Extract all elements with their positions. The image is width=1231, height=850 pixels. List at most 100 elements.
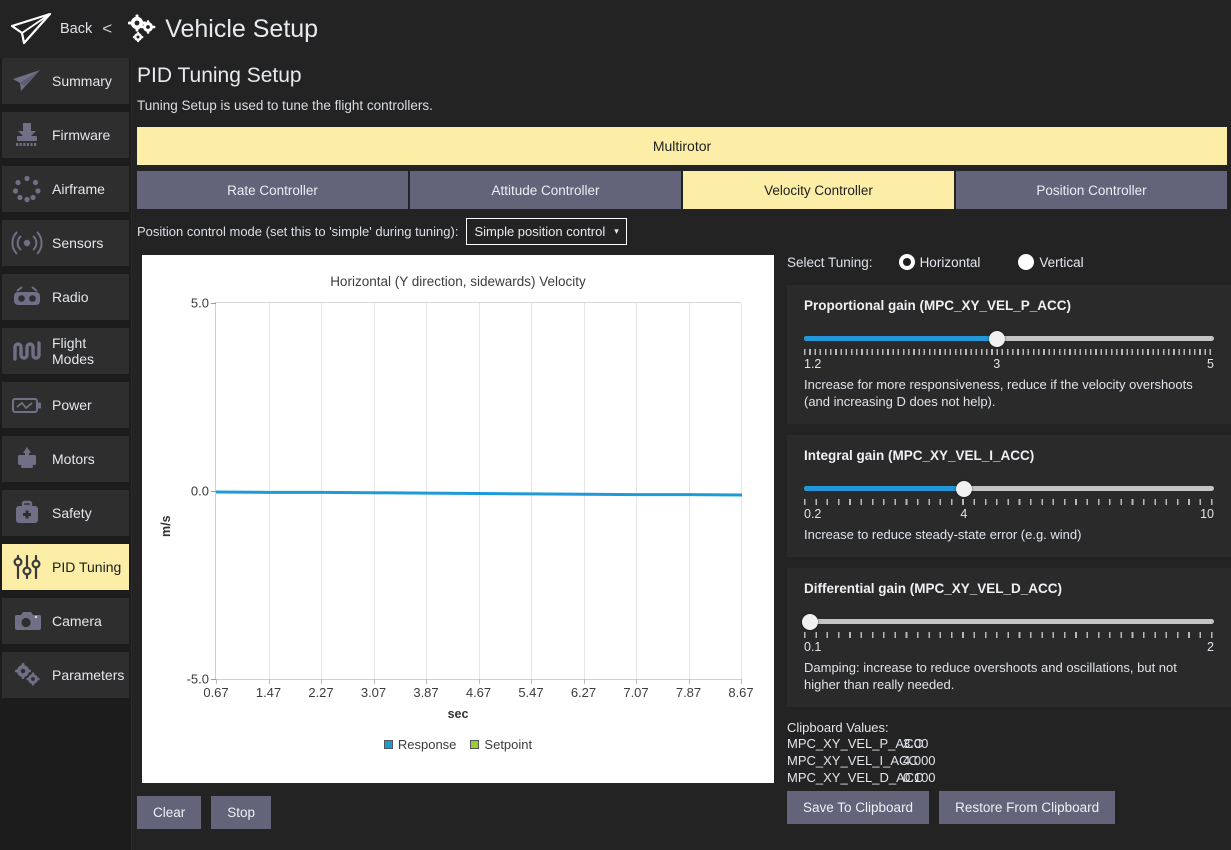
x-tick-label: 7.07 [623,685,648,700]
gain-card-integral: Integral gain (MPC_XY_VEL_I_ACC) 0.2 4 1… [787,435,1231,557]
sidebar-item-pid-tuning[interactable]: PID Tuning [2,544,129,590]
position-control-mode-label: Position control mode (set this to 'simp… [137,224,458,239]
gears-icon [124,12,158,46]
back-chevron-icon[interactable]: < [102,19,112,39]
sidebar-item-power[interactable]: Power [2,382,129,428]
sidebar-item-flight-modes[interactable]: Flight Modes [2,328,129,374]
x-tick-label: 5.47 [518,685,543,700]
radio-icon [2,274,52,320]
airframe-icon [2,166,52,212]
download-icon [2,112,52,158]
sidebar-item-label: Sensors [52,235,103,251]
slider-handle[interactable] [989,331,1005,347]
chart-title: Horizontal (Y direction, sidewards) Velo… [142,274,774,289]
app-header: Back < [0,0,1231,58]
restore-from-clipboard-button[interactable]: Restore From Clipboard [939,791,1115,824]
stop-button[interactable]: Stop [211,796,271,829]
sidebar-item-label: Camera [52,613,102,629]
clipboard-header: Clipboard Values: [787,720,1231,735]
sidebar-item-summary[interactable]: Summary [2,58,129,104]
slider-handle[interactable] [956,481,972,497]
sidebar-item-camera[interactable]: Camera [2,598,129,644]
differential-gain-slider[interactable] [804,613,1214,637]
tab-rate-controller[interactable]: Rate Controller [137,171,408,209]
clipboard-row: MPC_XY_VEL_I_ACC 4.000 [787,752,1231,769]
sidebar-item-label: Firmware [52,127,110,143]
legend-item-response[interactable]: Response [384,737,457,752]
position-control-mode-select[interactable]: Simple position control ▾ [466,218,626,245]
save-to-clipboard-button[interactable]: Save To Clipboard [787,791,929,824]
radio-label: Vertical [1039,255,1083,270]
legend-swatch [470,740,479,749]
clear-button[interactable]: Clear [137,796,201,829]
slider-fill [804,486,964,491]
sidebar-item-airframe[interactable]: Airframe [2,166,129,212]
chart-plot-area[interactable]: 5.0 0.0 -5.0 0.67 1.47 2.27 3.07 3.87 4.… [215,302,741,680]
back-button-label[interactable]: Back [60,21,92,37]
gain-card-proportional: Proportional gain (MPC_XY_VEL_P_ACC) 1.2… [787,285,1231,424]
sidebar-item-firmware[interactable]: Firmware [2,112,129,158]
slider-fill [804,336,997,341]
chart-series-layer [216,303,742,681]
section-title: PID Tuning Setup [137,64,1231,88]
slider-range-labels: 0.2 4 10 [804,507,1214,525]
gain-title: Integral gain (MPC_XY_VEL_I_ACC) [804,448,1214,463]
legend-item-setpoint[interactable]: Setpoint [470,737,532,752]
x-tick-label: 0.67 [203,685,228,700]
radio-vertical[interactable]: Vertical [1018,254,1083,270]
slider-handle[interactable] [802,614,818,630]
clipboard-key: MPC_XY_VEL_P_ACC [787,735,903,752]
clipboard-row: MPC_XY_VEL_P_ACC 3.00 [787,735,1231,752]
slider-range-labels: 1.2 3 5 [804,357,1214,375]
paper-plane-icon[interactable] [8,10,56,48]
clipboard-key: MPC_XY_VEL_I_ACC [787,752,903,769]
sidebar: Summary Firmware Airframe [0,58,132,850]
tab-position-controller[interactable]: Position Controller [956,171,1227,209]
legend-swatch [384,740,393,749]
chart-actions: Clear Stop [137,796,271,829]
radio-button-icon [1018,254,1034,270]
sidebar-item-safety[interactable]: Safety [2,490,129,536]
integral-gain-slider[interactable] [804,480,1214,504]
slider-mid-label: 4 [960,507,967,521]
gain-title: Differential gain (MPC_XY_VEL_D_ACC) [804,581,1214,596]
clipboard-actions: Save To Clipboard Restore From Clipboard [787,791,1231,824]
proportional-gain-slider[interactable] [804,330,1214,354]
slider-ticks [804,349,1214,355]
camera-icon [2,598,52,644]
radio-label: Horizontal [920,255,981,270]
tab-attitude-controller[interactable]: Attitude Controller [410,171,681,209]
page-title: Vehicle Setup [165,15,318,44]
sidebar-item-label: Flight Modes [52,335,129,367]
gain-card-differential: Differential gain (MPC_XY_VEL_D_ACC) 0.1… [787,568,1231,707]
gain-description: Increase to reduce steady-state error (e… [804,526,1214,543]
sidebar-item-parameters[interactable]: Parameters [2,652,129,698]
y-axis-label: m/s [159,515,173,537]
sidebar-item-label: Safety [52,505,92,521]
slider-range-labels: 0.1 2 [804,640,1214,658]
velocity-chart-card: Horizontal (Y direction, sidewards) Velo… [142,255,774,783]
tab-velocity-controller[interactable]: Velocity Controller [683,171,954,209]
clipboard-section: Clipboard Values: MPC_XY_VEL_P_ACC 3.00 … [787,720,1231,824]
sidebar-item-label: Motors [52,451,95,467]
sidebar-item-sensors[interactable]: Sensors [2,220,129,266]
clipboard-row: MPC_XY_VEL_D_ACC 0.100 [787,769,1231,786]
gain-title: Proportional gain (MPC_XY_VEL_P_ACC) [804,298,1214,313]
x-tick-label: 6.27 [571,685,596,700]
legend-label: Response [398,737,457,752]
sidebar-item-label: PID Tuning [52,559,121,575]
sliders-icon [2,544,52,590]
x-axis-label: sec [142,707,774,721]
select-tuning-label: Select Tuning: [787,255,873,270]
slider-min-label: 0.2 [804,507,821,521]
gears-icon [2,652,52,698]
legend-label: Setpoint [484,737,532,752]
gain-description: Increase for more responsiveness, reduce… [804,376,1214,410]
x-tick-label: 3.07 [361,685,386,700]
clipboard-key: MPC_XY_VEL_D_ACC [787,769,903,786]
sidebar-item-radio[interactable]: Radio [2,274,129,320]
sidebar-item-motors[interactable]: Motors [2,436,129,482]
radio-horizontal[interactable]: Horizontal [899,254,981,270]
sensors-icon [2,220,52,266]
x-tick-label: 4.67 [466,685,491,700]
